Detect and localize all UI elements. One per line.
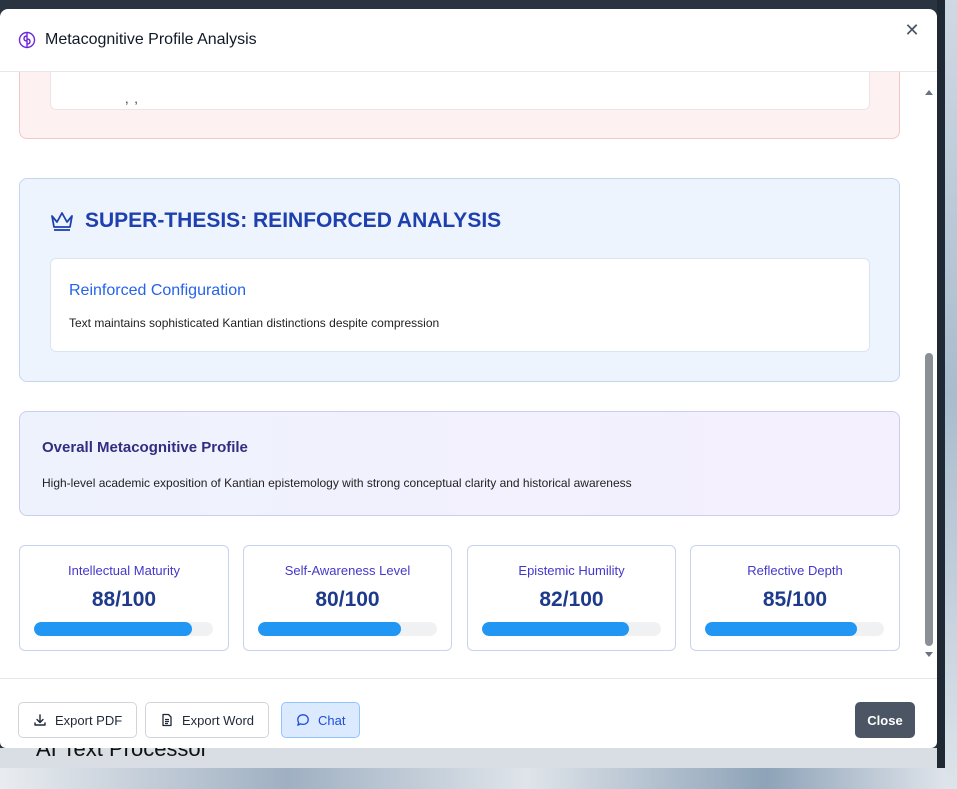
- metric-progress-fill: [482, 622, 629, 636]
- reinforced-configuration-text: Text maintains sophisticated Kantian dis…: [69, 316, 440, 330]
- metric-progress-fill: [34, 622, 192, 636]
- antithesis-section: , ,: [19, 72, 900, 139]
- metric-label: Intellectual Maturity: [68, 563, 180, 578]
- desktop-wallpaper-edge: [945, 0, 957, 789]
- overall-profile-text: High-level academic exposition of Kantia…: [42, 476, 632, 490]
- metric-card-self-awareness: Self-Awareness Level 80/100: [243, 545, 452, 651]
- metric-value: 82/100: [539, 588, 604, 611]
- metric-progress-track: [705, 622, 884, 636]
- close-button[interactable]: Close: [855, 702, 915, 738]
- super-thesis-title: SUPER-THESIS: REINFORCED ANALYSIS: [85, 209, 502, 232]
- export-pdf-label: Export PDF: [55, 712, 123, 728]
- metric-value: 85/100: [762, 588, 828, 611]
- metric-progress-track: [482, 622, 661, 636]
- metric-progress-fill: [705, 622, 858, 636]
- metric-progress-track: [258, 622, 437, 636]
- antithesis-card: , ,: [50, 72, 870, 110]
- desktop-wallpaper: [0, 768, 957, 789]
- close-icon[interactable]: ✕: [903, 21, 921, 39]
- modal-header: Metacognitive Profile Analysis ✕: [0, 9, 937, 72]
- chat-button[interactable]: Chat: [281, 702, 361, 738]
- overall-profile-title: Overall Metacognitive Profile: [42, 439, 248, 456]
- scrollbar-thumb[interactable]: [925, 353, 933, 646]
- export-pdf-button[interactable]: Export PDF: [18, 702, 138, 738]
- metric-card-intellectual-maturity: Intellectual Maturity 88/100: [19, 545, 229, 651]
- metacognitive-profile-modal: Metacognitive Profile Analysis ✕ , , SUP…: [0, 9, 937, 748]
- overall-profile-section: Overall Metacognitive Profile High-level…: [19, 411, 900, 516]
- download-icon: [33, 713, 47, 727]
- metric-card-epistemic-humility: Epistemic Humility 82/100: [467, 545, 676, 651]
- super-thesis-section: SUPER-THESIS: REINFORCED ANALYSIS Reinfo…: [19, 178, 900, 382]
- antithesis-card-text-fragment: , ,: [125, 91, 139, 106]
- super-thesis-header: SUPER-THESIS: REINFORCED ANALYSIS: [49, 209, 501, 233]
- modal-title: Metacognitive Profile Analysis: [45, 31, 257, 48]
- scroll-down-arrow-icon[interactable]: [925, 652, 933, 657]
- export-word-button[interactable]: Export Word: [145, 702, 270, 738]
- reinforced-configuration-card: Reinforced Configuration Text maintains …: [50, 258, 870, 352]
- vertical-scrollbar[interactable]: [922, 72, 937, 678]
- metric-progress-fill: [258, 622, 402, 636]
- chat-bubble-icon: [296, 713, 310, 727]
- metric-label: Self-Awareness Level: [284, 563, 411, 578]
- reinforced-configuration-title: Reinforced Configuration: [69, 282, 246, 299]
- modal-body[interactable]: , , SUPER-THESIS: REINFORCED ANALYSIS Re…: [0, 72, 937, 678]
- crown-icon: [49, 210, 75, 232]
- brain-icon: [18, 31, 36, 49]
- document-icon: [160, 713, 174, 727]
- metric-value: 80/100: [315, 588, 380, 611]
- export-word-label: Export Word: [182, 712, 255, 728]
- chat-label: Chat: [318, 712, 346, 728]
- metric-label: Reflective Depth: [747, 563, 843, 578]
- metric-label: Epistemic Humility: [518, 563, 625, 578]
- modal-footer: Export PDF Export Word Chat Close: [0, 678, 937, 748]
- metric-card-reflective-depth: Reflective Depth 85/100: [690, 545, 900, 651]
- metric-progress-track: [34, 622, 213, 636]
- metric-value: 88/100: [91, 588, 157, 611]
- scroll-up-arrow-icon[interactable]: [925, 90, 933, 95]
